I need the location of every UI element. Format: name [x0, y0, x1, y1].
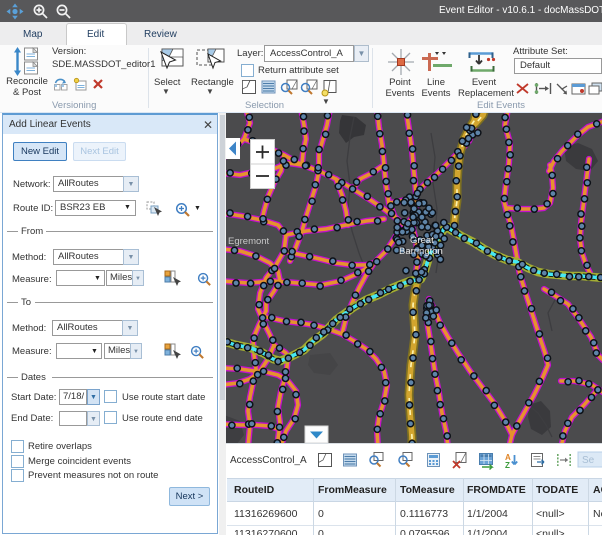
svg-text:Se: Se: [582, 455, 595, 466]
svg-text:Great: Great: [410, 235, 434, 246]
svg-text:Barrington: Barrington: [399, 246, 443, 257]
svg-text:Egremont: Egremont: [228, 236, 270, 247]
svg-text:Z: Z: [505, 461, 510, 470]
